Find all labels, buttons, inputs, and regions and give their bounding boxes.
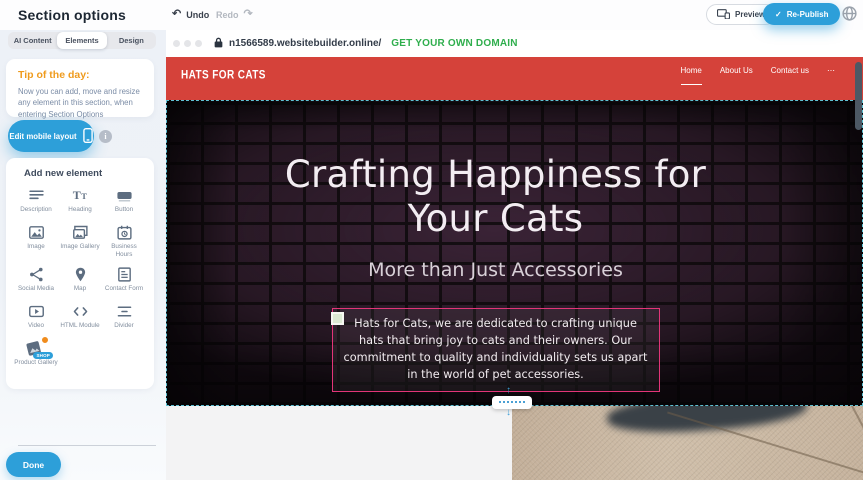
get-domain-link[interactable]: GET YOUR OWN DOMAIN [391,38,517,49]
element-image[interactable]: Image [14,224,58,259]
description-icon [28,187,45,204]
site-logo[interactable]: HATS FOR CATS [181,69,266,82]
hero-paragraph-text: Hats for Cats, we are dedicated to craft… [344,317,648,381]
hero-heading-line1: Crafting Happiness for [285,153,706,196]
nav-more-ellipsis[interactable]: ⋯ [827,66,835,84]
site-url: n1566589.websitebuilder.online/ [229,38,381,49]
tip-of-the-day-card: Tip of the day: Now you can add, move an… [6,59,154,117]
shadow-blob [606,406,808,437]
vertical-scrollbar-thumb[interactable] [855,62,862,130]
product-gallery-icon: SHOP [25,340,47,357]
tip-body: Now you can add, move and resize any ele… [18,86,142,120]
undo-button[interactable]: ↶ Undo [172,9,209,20]
add-new-element-card: Add new element Description TT Heading B… [6,158,154,389]
section-options-sidebar: AI Content Elements Design Tip of the da… [0,30,166,480]
element-html-module[interactable]: HTML Module [58,303,102,333]
video-icon [28,303,45,320]
resize-arrow-down-icon: ↓ [506,408,511,418]
lock-icon [214,35,223,53]
hero-content: Crafting Happiness for Your Cats More th… [167,101,862,405]
element-heading[interactable]: TT Heading [58,187,102,217]
preview-label: Preview [735,10,765,19]
element-drag-handle[interactable] [331,312,344,325]
svg-text:T: T [81,191,87,201]
element-button[interactable]: Button [102,187,146,217]
image-icon [28,224,45,241]
redo-label: Redo [216,10,239,20]
browser-dot [173,40,180,47]
hero-heading-line2: Your Cats [408,197,584,240]
pavement-joint-line [831,406,863,464]
contact-form-icon [116,266,133,283]
redo-icon: ↷ [244,9,253,20]
business-hours-icon [116,224,133,241]
nav-about-us[interactable]: About Us [720,66,753,84]
hero-subheading[interactable]: More than Just Accessories [368,259,623,281]
element-product-gallery[interactable]: SHOP Product Gallery [14,340,58,370]
element-description[interactable]: Description [14,187,58,217]
browser-dots [173,40,202,47]
resize-grip-dots [499,401,525,403]
image-gallery-icon [72,224,89,241]
edit-mobile-label: Edit mobile layout [9,132,76,141]
nav-contact-us[interactable]: Contact us [771,66,809,84]
page-title: Section options [18,7,126,23]
language-globe-icon[interactable] [841,5,859,23]
resize-arrow-up-icon: ↑ [506,386,511,396]
map-icon [72,266,89,283]
social-media-icon [28,266,45,283]
next-section[interactable] [166,406,863,480]
tip-title: Tip of the day: [18,69,142,81]
edit-mobile-layout-button[interactable]: Edit mobile layout [8,120,94,152]
new-badge-dot [41,336,49,344]
sidebar-tabs: AI Content Elements Design [8,32,156,49]
element-video[interactable]: Video [14,303,58,333]
element-contact-form[interactable]: Contact Form [102,266,146,296]
undo-label: Undo [186,10,209,20]
tab-elements[interactable]: Elements [57,32,106,49]
element-map[interactable]: Map [58,266,102,296]
sidebar-divider [18,445,156,446]
browser-dot [195,40,202,47]
section-resize-handle[interactable]: ↑ ↓ [492,396,532,409]
sand-ground-image [512,406,863,480]
add-element-title: Add new element [24,168,146,179]
element-social-media[interactable]: Social Media [14,266,58,296]
element-grid: Description TT Heading Button Image Imag… [14,187,146,370]
phone-icon [83,128,93,145]
info-icon[interactable]: i [99,130,112,143]
svg-text:T: T [72,188,80,202]
html-module-icon [72,303,89,320]
republish-button[interactable]: ✓ Re-Publish [763,3,840,25]
heading-icon: TT [72,187,89,204]
nav-home[interactable]: Home [681,66,702,85]
devices-icon [717,9,730,21]
browser-dot [184,40,191,47]
shop-badge: SHOP [33,352,53,359]
site-preview-canvas: n1566589.websitebuilder.online/ GET YOUR… [166,30,863,480]
browser-bar: n1566589.websitebuilder.online/ GET YOUR… [166,30,863,57]
element-divider[interactable]: Divider [102,303,146,333]
tab-ai-content[interactable]: AI Content [8,32,57,49]
done-button[interactable]: Done [6,452,61,477]
hero-paragraph-selected[interactable]: Hats for Cats, we are dedicated to craft… [332,308,660,392]
hero-section[interactable]: Crafting Happiness for Your Cats More th… [166,100,863,406]
tab-design[interactable]: Design [107,32,156,49]
redo-button[interactable]: Redo ↷ [216,9,253,20]
element-image-gallery[interactable]: Image Gallery [58,224,102,259]
editor-topbar: Section options ↶ Undo Redo ↷ Preview ✓ … [0,0,863,30]
undo-icon: ↶ [172,9,181,20]
hero-heading[interactable]: Crafting Happiness for Your Cats [285,153,706,242]
button-icon [116,187,133,204]
element-business-hours[interactable]: Business Hours [102,224,146,259]
republish-label: Re-Publish [787,10,829,19]
divider-icon [116,303,133,320]
site-nav: Home About Us Contact us ⋯ [681,66,836,85]
site-header[interactable]: HATS FOR CATS Home About Us Contact us ⋯ [166,57,863,100]
check-icon: ✓ [775,10,782,19]
